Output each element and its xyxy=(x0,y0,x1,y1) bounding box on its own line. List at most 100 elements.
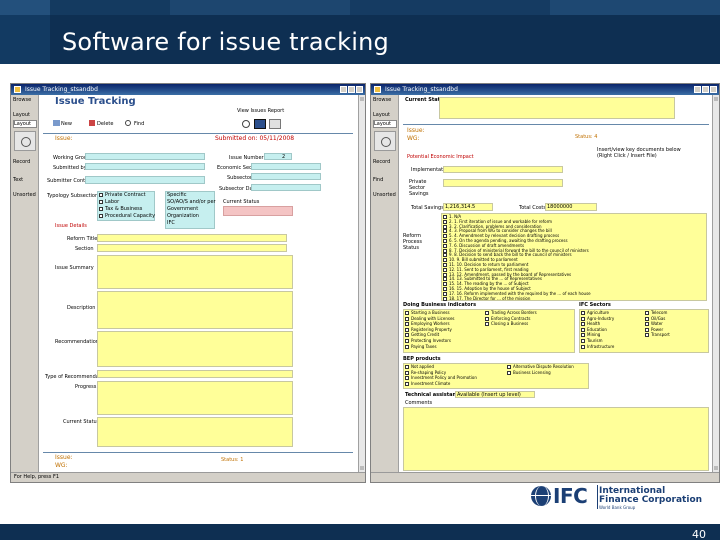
subsector-option-5[interactable]: IFC xyxy=(167,220,175,226)
book-navigator-icon[interactable] xyxy=(14,131,36,151)
ifc-subsector-checkbox[interactable] xyxy=(581,339,585,343)
submitted-by-field[interactable] xyxy=(85,163,205,170)
business-indicator-checkbox[interactable] xyxy=(405,311,409,315)
subsector-field[interactable] xyxy=(251,173,321,180)
process-step-checkbox[interactable] xyxy=(443,272,447,277)
ifc-subsector-checkbox[interactable] xyxy=(645,327,649,332)
process-step-checkbox[interactable] xyxy=(443,287,447,291)
view-report-link[interactable]: View Issues Report xyxy=(237,108,284,114)
new-record-icon[interactable] xyxy=(53,120,60,126)
business-indicator-checkbox[interactable] xyxy=(485,311,489,315)
find-icon[interactable] xyxy=(125,120,131,126)
minimize-icon[interactable] xyxy=(694,86,701,93)
left-window-titlebar[interactable]: Issue Tracking_stsandbd xyxy=(11,84,365,95)
subsector-data-field[interactable] xyxy=(251,184,321,191)
business-indicator-checkbox[interactable] xyxy=(405,339,409,343)
ifc-subsector-checkbox[interactable] xyxy=(581,327,585,332)
typology-checkbox[interactable] xyxy=(99,207,103,211)
subsector-option-1[interactable]: Specific xyxy=(167,192,186,198)
typology-checkbox[interactable] xyxy=(99,214,103,218)
bep-option-checkbox[interactable] xyxy=(507,365,511,369)
section-field[interactable] xyxy=(97,244,287,252)
process-step-checkbox[interactable] xyxy=(443,234,447,239)
issue-number-field[interactable] xyxy=(264,153,292,160)
process-step-checkbox[interactable] xyxy=(443,224,447,229)
ifc-subsector-checkbox[interactable] xyxy=(581,322,585,327)
clock-icon[interactable] xyxy=(242,120,250,128)
current-status-field[interactable] xyxy=(439,97,675,119)
ifc-subsector-checkbox[interactable] xyxy=(581,311,585,315)
business-indicator-checkbox[interactable] xyxy=(405,344,409,349)
table-view-icon[interactable] xyxy=(269,119,281,129)
business-indicator-checkbox[interactable] xyxy=(405,322,409,327)
process-step-checkbox[interactable] xyxy=(443,243,447,248)
process-step-checkbox[interactable] xyxy=(443,263,447,267)
private-sector-savings-field[interactable] xyxy=(443,179,563,187)
typology-checkbox[interactable] xyxy=(99,200,103,204)
process-step-checkbox[interactable] xyxy=(443,267,447,272)
bep-option-checkbox[interactable] xyxy=(405,365,409,369)
issue-summary-field[interactable] xyxy=(97,255,293,289)
bep-option-checkbox[interactable] xyxy=(405,381,409,386)
process-step-checkbox[interactable] xyxy=(443,282,447,287)
current-status2-field[interactable] xyxy=(97,417,293,447)
rail-mode-browse[interactable]: Browse xyxy=(13,97,37,103)
bep-option-checkbox[interactable] xyxy=(405,370,409,375)
working-group-field[interactable] xyxy=(85,153,205,160)
economic-sector-field[interactable] xyxy=(251,163,321,170)
subsector-option-3[interactable]: Government xyxy=(167,206,198,212)
reform-title-field[interactable] xyxy=(97,234,287,242)
rail-layout-select[interactable]: Layout xyxy=(373,120,397,128)
maximize-icon[interactable] xyxy=(702,86,709,93)
submitter-contacts-field[interactable] xyxy=(85,176,205,184)
business-indicator-checkbox[interactable] xyxy=(405,327,409,332)
process-step-checkbox[interactable] xyxy=(443,219,447,224)
description-field[interactable] xyxy=(97,291,293,329)
business-indicator-checkbox[interactable] xyxy=(405,333,409,338)
process-step-checkbox[interactable] xyxy=(443,215,447,219)
typology-checkbox[interactable] xyxy=(99,193,103,197)
business-indicator-checkbox[interactable] xyxy=(405,316,409,321)
book-navigator-icon[interactable] xyxy=(374,131,396,151)
bep-option-checkbox[interactable] xyxy=(507,370,511,375)
business-indicator-checkbox[interactable] xyxy=(485,316,489,321)
implementation-field[interactable] xyxy=(443,166,563,173)
progress-field[interactable] xyxy=(97,381,293,415)
ifc-subsector-checkbox[interactable] xyxy=(645,333,649,338)
ifc-subsector-checkbox[interactable] xyxy=(645,316,649,321)
current-status-field[interactable] xyxy=(223,206,293,216)
type-of-recommendation-field[interactable] xyxy=(97,370,293,378)
left-vertical-scrollbar[interactable] xyxy=(358,95,365,472)
rail-mode-browse[interactable]: Browse xyxy=(373,97,397,103)
layout-view-icon[interactable] xyxy=(254,119,266,129)
ifc-subsector-checkbox[interactable] xyxy=(581,344,585,349)
ifc-subsector-checkbox[interactable] xyxy=(645,311,649,315)
new-record-button[interactable]: New xyxy=(61,121,72,127)
close-icon[interactable] xyxy=(356,86,363,93)
delete-button[interactable]: Delete xyxy=(97,121,113,127)
business-indicator-checkbox[interactable] xyxy=(485,322,489,327)
minimize-icon[interactable] xyxy=(340,86,347,93)
process-step-checkbox[interactable] xyxy=(443,248,447,253)
process-step-checkbox[interactable] xyxy=(443,258,447,263)
ifc-subsector-checkbox[interactable] xyxy=(581,333,585,338)
bep-option-checkbox[interactable] xyxy=(405,376,409,381)
ifc-subsector-checkbox[interactable] xyxy=(581,316,585,321)
process-step-checkbox[interactable] xyxy=(443,291,447,296)
process-step-checkbox[interactable] xyxy=(443,277,447,282)
maximize-icon[interactable] xyxy=(348,86,355,93)
delete-icon[interactable] xyxy=(89,120,95,126)
process-step-checkbox[interactable] xyxy=(443,253,447,258)
recommendation-field[interactable] xyxy=(97,331,293,367)
process-step-checkbox[interactable] xyxy=(443,229,447,234)
process-step-checkbox[interactable] xyxy=(443,296,447,301)
rail-layout-select[interactable]: Layout xyxy=(13,120,37,128)
right-window-titlebar[interactable]: Issue Tracking_stsandbd xyxy=(371,84,719,95)
comments-field[interactable] xyxy=(403,407,709,471)
close-icon[interactable] xyxy=(710,86,717,93)
ifc-subsector-checkbox[interactable] xyxy=(645,322,649,327)
find-button[interactable]: Find xyxy=(134,121,144,127)
subsector-option-2[interactable]: SO/AO/S and/or per xyxy=(167,199,216,205)
right-vertical-scrollbar[interactable] xyxy=(712,95,719,472)
subsector-option-4[interactable]: Organization xyxy=(167,213,199,219)
